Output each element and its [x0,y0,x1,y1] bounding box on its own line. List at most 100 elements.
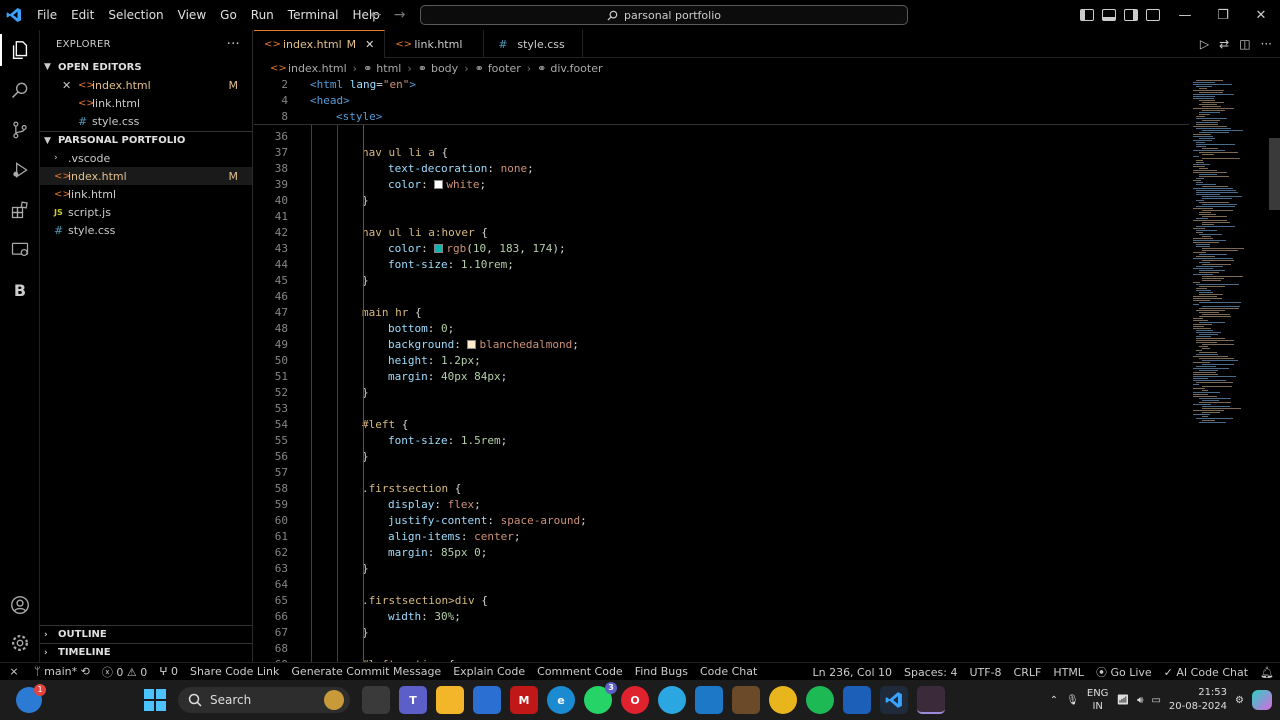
photo-app-icon[interactable] [732,686,760,714]
line-ending[interactable]: CRLF [1008,666,1048,679]
notifications-bell-icon[interactable]: 🔔︎ [1254,666,1280,679]
code-line[interactable]: 4 <head> [254,93,1189,109]
command-center[interactable]: parsonal portfolio [420,5,908,25]
copilot-icon[interactable] [1252,690,1272,710]
volume-icon[interactable]: 🔊︎ [1137,695,1143,706]
breadcrumb-file[interactable]: index.html [288,62,347,75]
customize-layout-icon[interactable] [1146,9,1160,21]
remote-desktop-icon[interactable] [843,686,871,714]
remote-app-icon[interactable] [695,686,723,714]
sticky-scroll[interactable]: 2 <html lang="en"> 4 <head> 8 <style> [254,78,1189,125]
ports-status[interactable]: ⵖ 0 [153,665,184,678]
code-line[interactable]: 38 text-decoration: none; [254,161,1189,177]
code-line[interactable]: 55 font-size: 1.5rem; [254,433,1189,449]
folder-item[interactable]: › .vscode [40,149,252,167]
code-line[interactable]: 49 background: blanchedalmond; [254,337,1189,353]
file-explorer-icon[interactable] [436,686,464,714]
minimize-icon[interactable]: — [1166,0,1204,30]
tab-link-html[interactable]: <> link.html [385,30,485,58]
code-line[interactable]: 56} [254,449,1189,465]
ai-code-chat-button[interactable]: ✓ AI Code Chat [1158,666,1254,679]
code-line[interactable]: 66 width: 30%; [254,609,1189,625]
code-line[interactable]: 60 justify-content: space-around; [254,513,1189,529]
menu-view[interactable]: View [171,0,213,30]
code-line[interactable]: 2 <html lang="en"> [254,78,1189,93]
code-line[interactable]: 68 [254,641,1189,657]
edge-icon[interactable]: e [547,686,575,714]
battery-icon[interactable]: ▭ [1151,695,1160,706]
file-item[interactable]: <> link.html [40,185,252,203]
vscode-taskbar-icon[interactable] [880,686,908,714]
file-item[interactable]: # style.css [40,221,252,239]
code-line[interactable]: 43 color: rgb(10, 183, 174); [254,241,1189,257]
open-changes-icon[interactable]: ⇄ [1219,37,1229,51]
code-editor[interactable]: 2 <html lang="en"> 4 <head> 8 <style> 36 37 nav… [254,78,1280,662]
back-arrow-icon[interactable]: ← [370,7,382,23]
remote-icon[interactable]: ⨯ [0,665,28,678]
branch-status[interactable]: ᛘ main* ⟲ [28,665,96,678]
remote-explorer-activity[interactable] [0,230,40,270]
code-line[interactable]: 58 .firstsection { [254,481,1189,497]
close-window-icon[interactable]: ✕ [1242,0,1280,30]
task-view-icon[interactable] [362,686,390,714]
code-line[interactable]: 8 <style> [254,109,1189,125]
breadcrumb-html[interactable]: html [376,62,401,75]
screen-recorder-icon[interactable] [917,686,945,714]
vertical-scrollbar[interactable] [1269,138,1280,210]
explorer-more-icon[interactable]: ··· [227,37,240,52]
forward-arrow-icon[interactable]: → [394,7,406,23]
share-code-link[interactable]: Share Code Link [184,665,285,678]
clock[interactable]: 21:53 20-08-2024 [1169,686,1227,714]
restore-icon[interactable]: ❐ [1204,0,1242,30]
menu-file[interactable]: File [30,0,64,30]
code-line[interactable]: 47 main hr { [254,305,1189,321]
file-item[interactable]: <> index.html M [40,167,252,185]
code-chat[interactable]: Code Chat [694,665,763,678]
chevron-up-icon[interactable]: ⌃ [1050,695,1058,706]
mcafee-icon[interactable]: M [510,686,538,714]
code-line[interactable]: 65 .firstsection>div { [254,593,1189,609]
outline-header[interactable]: › OUTLINE [40,625,252,643]
open-editor-item[interactable]: ✕ <> index.html M [40,76,252,94]
encoding[interactable]: UTF-8 [963,666,1007,679]
opera-icon[interactable]: O [621,686,649,714]
code-line[interactable]: 61 align-items: center; [254,529,1189,545]
teams-icon[interactable]: T [399,686,427,714]
tab-index-html[interactable]: <> index.html M ✕ [254,30,386,58]
code-line[interactable]: 62 margin: 85px 0; [254,545,1189,561]
go-live-button[interactable]: ⦿ Go Live [1090,664,1158,680]
run-icon[interactable]: ▷ [1200,37,1209,51]
comment-code[interactable]: Comment Code [531,665,629,678]
code-line[interactable]: 39 color: white; [254,177,1189,193]
breadcrumb-body[interactable]: body [431,62,458,75]
code-line[interactable]: 63} [254,561,1189,577]
settings-gear-icon[interactable]: ⚙ [1235,695,1244,706]
menu-terminal[interactable]: Terminal [281,0,346,30]
code-line[interactable]: 46 [254,289,1189,305]
chrome-icon[interactable] [769,686,797,714]
tab-style-css[interactable]: # style.css [484,30,584,58]
split-editor-icon[interactable]: ◫ [1239,37,1250,51]
widgets-button[interactable]: 1 [16,684,46,713]
close-icon[interactable]: ✕ [62,79,74,92]
timeline-header[interactable]: › TIMELINE [40,643,252,661]
code-line[interactable]: 40} [254,193,1189,209]
toggle-secondary-sidebar-icon[interactable] [1124,9,1138,21]
wifi-icon[interactable]: 📶︎ [1116,695,1129,706]
search-activity[interactable] [0,70,40,110]
code-line[interactable]: 37 nav ul li a { [254,145,1189,161]
start-button[interactable] [144,689,166,711]
code-line[interactable]: 51 margin: 40px 84px; [254,369,1189,385]
tab-close-icon[interactable]: ✕ [365,38,374,51]
toggle-primary-sidebar-icon[interactable] [1080,9,1094,21]
breadcrumb-footer[interactable]: footer [488,62,521,75]
blackbox-activity[interactable]: B [0,270,40,310]
telegram-icon[interactable] [658,686,686,714]
code-line[interactable]: 54 #left { [254,417,1189,433]
file-item[interactable]: JS script.js [40,203,252,221]
open-editor-item[interactable]: # style.css [40,112,252,130]
language-indicator[interactable]: ENG IN [1087,687,1109,713]
minimap[interactable] [1189,78,1269,662]
code-line[interactable]: 59 display: flex; [254,497,1189,513]
code-line[interactable]: 64 [254,577,1189,593]
